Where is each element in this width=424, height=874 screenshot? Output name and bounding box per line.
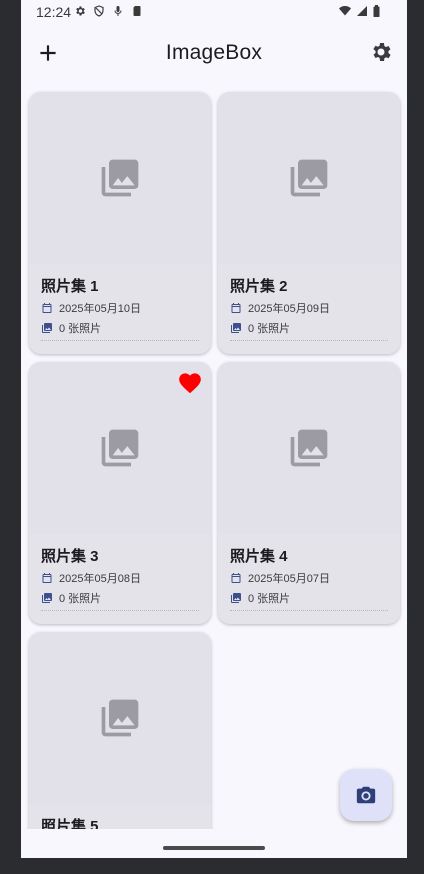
album-description-fade	[230, 610, 388, 614]
device-frame-right	[407, 0, 424, 874]
album-title: 照片集 5	[41, 818, 99, 829]
album-title: 照片集 3	[41, 548, 99, 565]
album-date: 2025年05月09日	[248, 303, 330, 315]
album-count: 0 张照片	[59, 323, 102, 335]
album-thumbnail	[218, 362, 400, 534]
photo-library-small-icon	[231, 323, 241, 333]
album-date: 2025年05月10日	[59, 303, 141, 315]
album-grid: 照片集 1 2025年05月10日 0 张照片 照片集 2 2025年05月09…	[21, 84, 407, 829]
photo-library-small-icon	[231, 593, 241, 603]
status-time: 12:24	[36, 4, 72, 20]
photo-library-small-icon	[42, 323, 52, 333]
album-count-row: 0 张照片	[41, 590, 101, 606]
album-thumbnail	[29, 92, 211, 264]
calendar-icon	[231, 303, 241, 313]
album-title: 照片集 2	[230, 278, 288, 295]
album-card[interactable]: 照片集 2 2025年05月09日 0 张照片	[218, 92, 400, 354]
album-count: 0 张照片	[248, 323, 291, 335]
favorite-heart-icon[interactable]	[177, 370, 203, 394]
app-title: ImageBox	[165, 41, 263, 64]
device-frame-bottom	[0, 858, 424, 874]
album-date-row: 2025年05月07日	[230, 570, 330, 586]
album-count-row: 0 张照片	[41, 320, 101, 336]
battery-icon	[373, 5, 380, 17]
photo-library-icon	[101, 429, 139, 467]
album-card[interactable]: 照片集 1 2025年05月10日 0 张照片	[29, 92, 211, 354]
navigation-bar-area	[21, 829, 407, 858]
album-count: 0 张照片	[248, 593, 291, 605]
album-count-row: 0 张照片	[230, 320, 290, 336]
photo-library-icon	[101, 699, 139, 737]
calendar-icon	[231, 573, 241, 583]
status-bar: 12:24	[21, 0, 407, 26]
album-title: 照片集 4	[230, 548, 288, 565]
album-card[interactable]: 照片集 4 2025年05月07日 0 张照片	[218, 362, 400, 624]
album-date: 2025年05月07日	[248, 573, 330, 585]
album-description-fade	[41, 610, 199, 614]
album-count: 0 张照片	[59, 593, 102, 605]
settings-button[interactable]	[369, 40, 393, 64]
app-screen: 12:24 ImageBox 照片集 1 2025年05月10日 0 张照片 照…	[21, 0, 407, 858]
wifi-icon	[339, 6, 351, 16]
calendar-icon	[42, 573, 52, 583]
photo-library-small-icon	[42, 593, 52, 603]
album-date-row: 2025年05月08日	[41, 570, 141, 586]
sim-icon	[133, 6, 141, 16]
gesture-nav-handle[interactable]	[163, 846, 265, 850]
app-bar: ImageBox	[21, 26, 407, 84]
album-thumbnail	[29, 632, 211, 804]
photo-library-icon	[290, 159, 328, 197]
album-card[interactable]: 照片集 3 2025年05月08日 0 张照片	[29, 362, 211, 624]
album-date-row: 2025年05月10日	[41, 300, 141, 316]
status-icons-right	[338, 5, 381, 17]
album-thumbnail	[218, 92, 400, 264]
camera-fab-button[interactable]	[340, 769, 392, 821]
device-frame-left	[0, 0, 21, 874]
album-count-row: 0 张照片	[230, 590, 290, 606]
gear-icon	[76, 6, 85, 16]
album-title: 照片集 1	[41, 278, 99, 295]
album-date-row: 2025年05月09日	[230, 300, 330, 316]
mic-icon	[114, 6, 122, 16]
album-date: 2025年05月08日	[59, 573, 141, 585]
photo-library-icon	[290, 429, 328, 467]
shield-icon	[94, 5, 104, 17]
status-icons-left	[74, 5, 143, 17]
album-description-fade	[41, 340, 199, 344]
album-description-fade	[230, 340, 388, 344]
camera-icon	[356, 786, 376, 804]
album-card[interactable]: 照片集 5	[29, 632, 211, 829]
photo-library-icon	[101, 159, 139, 197]
calendar-icon	[42, 303, 52, 313]
signal-icon	[357, 6, 367, 16]
